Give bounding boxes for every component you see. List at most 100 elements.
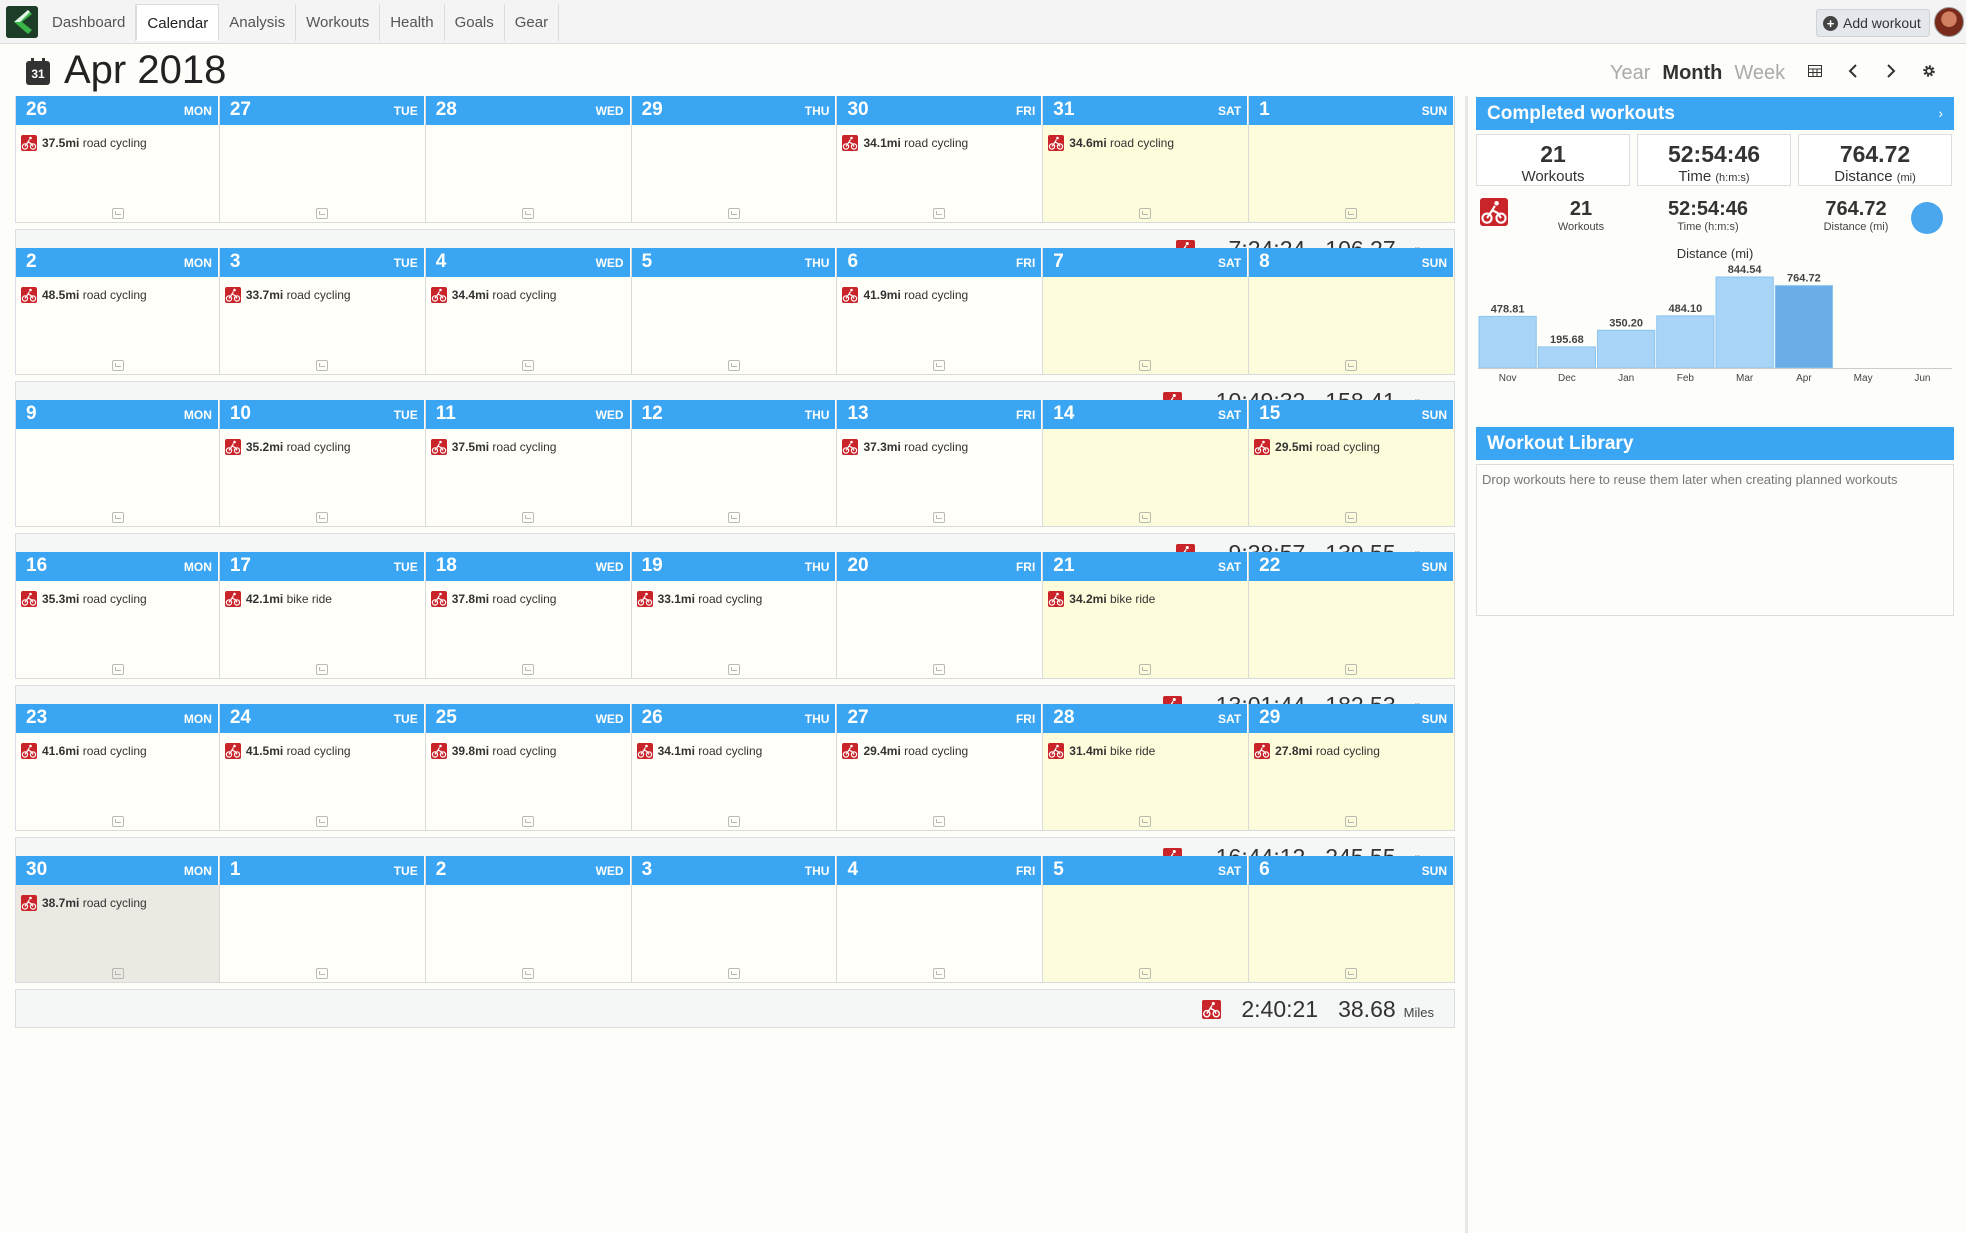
day-cell[interactable]: 28 WED [425, 96, 632, 223]
tab-workouts[interactable]: Workouts [296, 4, 381, 41]
add-workout-icon[interactable] [727, 360, 740, 371]
day-cell[interactable]: 23 MON 41.6mi road cycling [16, 704, 220, 831]
tab-dashboard[interactable]: Dashboard [42, 4, 137, 41]
day-cell[interactable]: 22 SUN [1249, 552, 1456, 679]
workout-entry[interactable]: 41.6mi road cycling [21, 743, 147, 759]
add-workout-icon[interactable] [1345, 816, 1358, 827]
add-workout-icon[interactable] [1345, 968, 1358, 979]
add-workout-icon[interactable] [1139, 512, 1152, 523]
day-cell[interactable]: 26 THU 34.1mi road cycling [631, 704, 838, 831]
add-workout-icon[interactable] [1345, 360, 1358, 371]
add-workout-icon[interactable] [1139, 664, 1152, 675]
tab-calendar[interactable]: Calendar [136, 4, 220, 41]
add-workout-icon[interactable] [1345, 512, 1358, 523]
chevron-right-icon[interactable] [1882, 62, 1900, 82]
day-cell[interactable]: 16 MON 35.3mi road cycling [16, 552, 220, 679]
panel-divider[interactable] [1465, 96, 1468, 1233]
day-cell[interactable]: 17 TUE 42.1mi bike ride [219, 552, 426, 679]
add-workout-icon[interactable] [933, 360, 946, 371]
add-workout-icon[interactable] [1345, 664, 1358, 675]
view-mode-week[interactable]: Week [1734, 62, 1785, 85]
add-workout-icon[interactable] [112, 664, 124, 675]
workout-entry[interactable]: 33.7mi road cycling [224, 287, 351, 303]
add-workout-icon[interactable] [112, 512, 124, 523]
add-workout-icon[interactable] [933, 512, 946, 523]
day-cell[interactable]: 1 SUN [1249, 96, 1456, 223]
day-cell[interactable]: 20 FRI [837, 552, 1044, 679]
add-workout-icon[interactable] [315, 816, 328, 827]
workout-library-dropzone[interactable]: Drop workouts here to reuse them later w… [1476, 464, 1954, 616]
add-workout-icon[interactable] [315, 512, 328, 523]
day-cell[interactable]: 18 WED 37.8mi road cycling [425, 552, 632, 679]
day-cell[interactable]: 5 SAT [1043, 856, 1250, 983]
add-workout-icon[interactable] [933, 208, 946, 219]
workout-entry[interactable]: 37.5mi road cycling [21, 135, 147, 151]
workout-entry[interactable]: 39.8mi road cycling [430, 743, 556, 759]
day-cell[interactable]: 15 SUN 29.5mi road cycling [1249, 400, 1456, 527]
bar-jan[interactable] [1597, 329, 1656, 369]
add-workout-icon[interactable] [315, 968, 328, 979]
view-mode-year[interactable]: Year [1610, 62, 1650, 85]
day-cell[interactable]: 3 THU [631, 856, 838, 983]
add-workout-icon[interactable] [521, 360, 534, 371]
day-cell[interactable]: 9 MON [16, 400, 220, 527]
workout-entry[interactable]: 42.1mi bike ride [224, 591, 332, 607]
completed-workouts-header[interactable]: Completed workouts › [1476, 97, 1954, 130]
gear-icon[interactable] [1920, 62, 1938, 82]
add-workout-icon[interactable] [112, 968, 124, 979]
day-cell[interactable]: 19 THU 33.1mi road cycling [631, 552, 838, 679]
day-cell[interactable]: 12 THU [631, 400, 838, 527]
day-cell[interactable]: 8 SUN [1249, 248, 1456, 375]
day-cell[interactable]: 11 WED 37.5mi road cycling [425, 400, 632, 527]
workout-entry[interactable]: 41.9mi road cycling [842, 287, 968, 303]
workout-entry[interactable]: 33.1mi road cycling [636, 591, 762, 607]
bar-dec[interactable] [1537, 346, 1596, 369]
chevron-right-icon[interactable]: › [1938, 97, 1943, 130]
add-workout-icon[interactable] [521, 208, 534, 219]
add-workout-icon[interactable] [521, 664, 534, 675]
day-cell[interactable]: 30 FRI 34.1mi road cycling [837, 96, 1044, 223]
workout-entry[interactable]: 34.2mi bike ride [1048, 591, 1155, 607]
add-workout-icon[interactable] [112, 360, 124, 371]
add-workout-icon[interactable] [1139, 816, 1152, 827]
user-avatar[interactable] [1934, 7, 1964, 37]
day-cell[interactable]: 10 TUE 35.2mi road cycling [219, 400, 426, 527]
add-workout-icon[interactable] [521, 816, 534, 827]
workout-entry[interactable]: 48.5mi road cycling [21, 287, 147, 303]
day-cell[interactable]: 27 TUE [219, 96, 426, 223]
day-cell[interactable]: 1 TUE [219, 856, 426, 983]
add-workout-icon[interactable] [521, 512, 534, 523]
add-workout-icon[interactable] [315, 360, 328, 371]
app-logo[interactable] [6, 6, 38, 38]
day-cell[interactable]: 25 WED 39.8mi road cycling [425, 704, 632, 831]
workout-entry[interactable]: 35.2mi road cycling [224, 439, 351, 455]
day-cell[interactable]: 26 MON 37.5mi road cycling [16, 96, 220, 223]
day-cell[interactable]: 3 TUE 33.7mi road cycling [219, 248, 426, 375]
add-workout-icon[interactable] [727, 512, 740, 523]
add-workout-icon[interactable] [933, 664, 946, 675]
add-workout-icon[interactable] [727, 208, 740, 219]
add-workout-icon[interactable] [112, 208, 124, 219]
add-workout-icon[interactable] [112, 816, 124, 827]
tab-gear[interactable]: Gear [505, 4, 560, 41]
workout-entry[interactable]: 37.8mi road cycling [430, 591, 556, 607]
workout-entry[interactable]: 27.8mi road cycling [1254, 743, 1380, 759]
day-cell[interactable]: 29 SUN 27.8mi road cycling [1249, 704, 1456, 831]
chevron-left-icon[interactable] [1844, 62, 1862, 82]
add-workout-icon[interactable] [727, 968, 740, 979]
workout-entry[interactable]: 41.5mi road cycling [224, 743, 351, 759]
add-workout-icon[interactable] [727, 816, 740, 827]
workout-entry[interactable]: 38.7mi road cycling [21, 895, 147, 911]
day-cell[interactable]: 4 WED 34.4mi road cycling [425, 248, 632, 375]
add-workout-icon[interactable] [933, 968, 946, 979]
bar-mar[interactable] [1715, 276, 1774, 369]
day-cell[interactable]: 31 SAT 34.6mi road cycling [1043, 96, 1250, 223]
day-cell[interactable]: 7 SAT [1043, 248, 1250, 375]
add-workout-icon[interactable] [521, 968, 534, 979]
workout-entry[interactable]: 31.4mi bike ride [1048, 743, 1155, 759]
add-workout-icon[interactable] [727, 664, 740, 675]
view-mode-month[interactable]: Month [1662, 62, 1722, 85]
day-cell[interactable]: 4 FRI [837, 856, 1044, 983]
workout-entry[interactable]: 34.6mi road cycling [1048, 135, 1174, 151]
workout-entry[interactable]: 29.5mi road cycling [1254, 439, 1380, 455]
